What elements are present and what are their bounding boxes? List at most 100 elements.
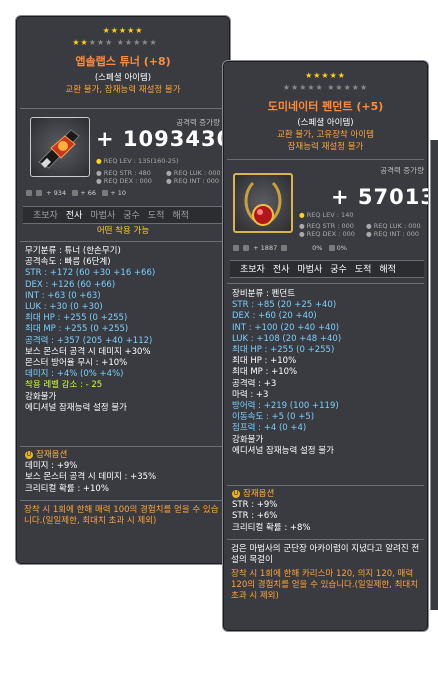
- stat-line: INT : +63 (0 +63): [25, 290, 101, 301]
- item-tooltip-tuner: ★★★★★ ★★★★★ ★★★★★ 앱솔랩스 튜너 (+8) (스페셜 아이템)…: [15, 15, 231, 565]
- attack-increase-label: 공격력 증가량: [380, 166, 424, 175]
- job-archer: 궁수: [330, 265, 347, 275]
- stat-line: 에디셔널 잠재능력 설정 불가: [232, 445, 334, 456]
- req-int: ● REQ INT : 000: [166, 177, 220, 185]
- req-int: ● REQ INT : 000: [366, 230, 420, 238]
- potential-grade-icon: U: [232, 489, 240, 498]
- sword-icon: [243, 245, 250, 251]
- pendant-icon[interactable]: [233, 173, 293, 233]
- star-force-row-2: ★★★★★ ★★★★★: [282, 83, 369, 92]
- divider: [20, 500, 226, 501]
- item-title: 앱솔랩스 튜너 (+8): [75, 55, 171, 68]
- stat-list: 장비분류 : 펜던트 STR : +85 (20 +25 +40) DEX : +6…: [232, 289, 341, 457]
- potential-line: 보스 몬스터 공격 시 데미지 : +35%: [25, 472, 157, 483]
- shield-icon: [72, 190, 79, 196]
- req-luk: ● REQ LUK : 000: [366, 222, 421, 230]
- stat-line: 공격력 : +3: [232, 378, 277, 389]
- stat-line: 몬스터 방어율 무시 : +10%: [25, 358, 128, 369]
- job-thief: 도적: [147, 211, 165, 221]
- req-str: ● REQ STR : 000: [299, 222, 354, 230]
- stat-line: STR : +85 (20 +25 +40): [232, 300, 337, 311]
- stat-line: 최대 HP : +255 (0 +255): [232, 345, 335, 356]
- stat-line: LUK : +30 (0 +30): [25, 302, 103, 313]
- job-beginner: 초보자: [240, 265, 265, 275]
- stat-line: 최대 MP : +10%: [232, 367, 298, 378]
- pickaxe-icon: [233, 245, 239, 251]
- stat-line: 무기분류 : 튜너 (한손무기): [25, 246, 121, 256]
- potential-line: 크리티컬 확률 : +10%: [25, 483, 109, 494]
- item-tooltip-pendant: ★★★★★ ★★★★★ ★★★★★ 도미네이터 펜던트 (+5) (스페셜 아이…: [222, 60, 429, 632]
- divider: [20, 241, 226, 242]
- job-warrior: 전사: [272, 265, 290, 275]
- stat-line: 장비분류 : 펜던트: [232, 289, 296, 299]
- potential-line: 크리티컬 확률 : +8%: [232, 522, 311, 533]
- divider: [20, 108, 226, 109]
- star-force-row-2: ★★★★★ ★★★★★: [72, 38, 158, 47]
- job-note: 어떤 착용 가능: [96, 226, 150, 236]
- job-pirate: 해적: [379, 265, 396, 275]
- stat-line: STR : +172 (60 +30 +16 +66): [25, 268, 156, 279]
- req-str: ● REQ STR : 480: [96, 169, 151, 177]
- stat-line: 최대 HP : +10%: [232, 356, 297, 367]
- stat-line: 강화불가: [25, 391, 57, 402]
- stat-line: 방어력 : +219 (100 +119): [232, 401, 339, 412]
- compare-row: + 1887 0% 0%: [233, 244, 347, 252]
- req-level: ● REQ LEV : 135(160-25): [96, 157, 179, 165]
- job-magician: 마법사: [90, 211, 116, 221]
- star-force-row-1: ★★★★★: [305, 71, 346, 80]
- stat-line: 착용 레벨 감소 : - 25: [25, 380, 103, 391]
- stat-line: 마력 : +3: [232, 389, 269, 400]
- potential-title: U 잠재옵션: [25, 450, 68, 460]
- req-luk: ● REQ LUK : 000: [166, 169, 221, 177]
- item-title: 도미네이터 펜던트 (+5): [267, 100, 384, 113]
- potential-title: U 잠재옵션: [232, 489, 275, 499]
- stat-line: DEX : +126 (60 +66): [25, 279, 116, 290]
- item-description: 검은 마법사의 군단장 아카이럼이 지녔다고 알려진 전설의 목걸이: [231, 544, 420, 565]
- tuner-weapon-icon[interactable]: [30, 117, 90, 177]
- item-type: (스페셜 아이템): [94, 73, 152, 83]
- item-notes-2: 잠재능력 재설정 불가: [287, 142, 364, 152]
- job-archer: 궁수: [123, 211, 140, 221]
- item-notes: 교환 불가, 고유장착 아이템: [277, 130, 374, 140]
- divider: [227, 539, 424, 540]
- job-magician: 마법사: [297, 265, 323, 275]
- stat-line: 공격력 : +357 (205 +40 +112): [25, 335, 153, 346]
- job-thief: 도적: [354, 265, 372, 275]
- stat-line: 보스 몬스터 공격 시 데미지 +30%: [25, 346, 151, 357]
- potential-line: STR : +6%: [232, 511, 278, 522]
- stat-line: 에디셔널 잠재능력 설정 불가: [25, 402, 127, 413]
- job-warrior: 전사: [65, 211, 83, 221]
- potential-line: 데미지 : +9%: [25, 461, 78, 472]
- potential-line: STR : +9%: [232, 500, 278, 511]
- compare-row: + 934 + 66 + 10: [26, 189, 126, 197]
- req-dex: ● REQ DEX : 000: [299, 230, 355, 238]
- attack-increase-value: + 57013: [331, 185, 429, 209]
- stat-line: 이동속도 : +5 (0 +5): [232, 412, 315, 423]
- job-list: 초보자 전사 마법사 궁수 도적 해적: [230, 260, 424, 278]
- background-tooltip-edge: [430, 140, 438, 610]
- stat-line: LUK : +108 (20 +48 +40): [232, 333, 342, 344]
- boot-icon: [102, 190, 109, 196]
- stat-line: 최대 MP : +255 (0 +255): [25, 324, 129, 335]
- item-footer-note: 장착 시 1회에 한해 카리스마 120, 의지 120, 매력 120의 경험…: [231, 569, 419, 601]
- stat-line: 강화불가: [232, 434, 264, 445]
- job-list: 초보자 전사 마법사 궁수 도적 해적: [23, 206, 226, 224]
- potential-grade-icon: U: [25, 450, 33, 459]
- divider: [227, 159, 424, 160]
- req-level: ● REQ LEV : 140: [299, 211, 354, 219]
- divider: [227, 485, 424, 486]
- shield-icon: [281, 245, 288, 251]
- item-type: (스페셜 아이템): [297, 118, 354, 128]
- attack-increase-value: + 1093430: [96, 127, 231, 151]
- sword-icon: [36, 190, 43, 196]
- stat-line: 최대 HP : +255 (0 +255): [25, 313, 128, 324]
- job-pirate: 해적: [172, 211, 189, 221]
- stat-list: 무기분류 : 튜너 (한손무기) 공격속도 : 빠름 (6단계) STR : +17…: [25, 246, 155, 414]
- req-dex: ● REQ DEX : 000: [96, 177, 152, 185]
- pickaxe-icon: [26, 190, 32, 196]
- stat-line: DEX : +60 (20 +40): [232, 311, 317, 322]
- potential-section: U 잠재옵션 데미지 : +9% 보스 몬스터 공격 시 데미지 : +35% 크…: [25, 450, 156, 495]
- stat-line: 공격속도 : 빠름 (6단계): [25, 257, 111, 268]
- divider: [20, 446, 226, 447]
- divider: [227, 283, 424, 284]
